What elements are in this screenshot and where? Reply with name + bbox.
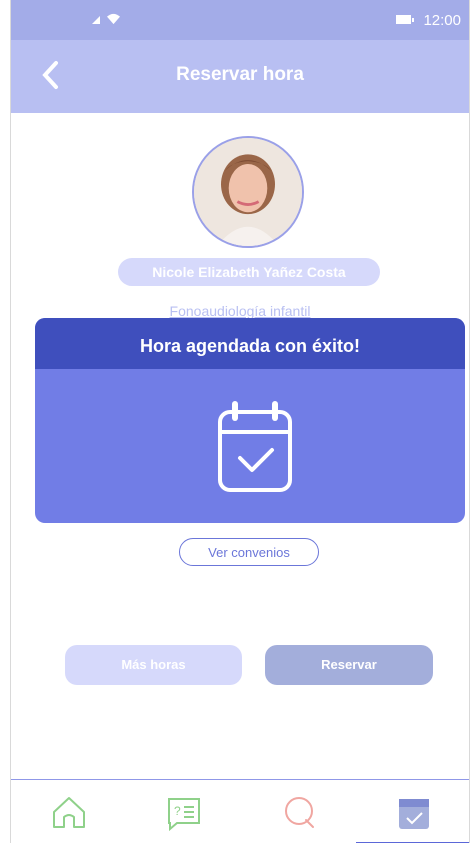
bottom-navigation: ? xyxy=(11,779,469,843)
calendar-check-icon xyxy=(399,799,429,829)
nav-home[interactable] xyxy=(11,780,126,843)
more-hours-button[interactable]: Más horas xyxy=(65,645,242,685)
battery-icon xyxy=(396,15,414,24)
doctor-name: Nicole Elizabeth Yañez Costa xyxy=(118,258,380,286)
modal-header: Hora agendada con éxito! xyxy=(35,318,465,369)
ver-convenios-button[interactable]: Ver convenios xyxy=(179,538,319,566)
page-title: Reservar hora xyxy=(176,64,304,85)
avatar xyxy=(192,136,304,248)
search-icon xyxy=(285,797,314,828)
nav-calendar[interactable] xyxy=(356,780,469,843)
signal-icon xyxy=(92,16,100,24)
app-header: Reservar hora xyxy=(11,40,469,113)
reserve-button[interactable]: Reservar xyxy=(265,645,433,685)
app-screen: 12:00 Reservar hora Nicole Elizabeth Yañ… xyxy=(10,0,470,843)
wifi-icon xyxy=(107,13,120,25)
calendar-check-icon xyxy=(218,401,292,492)
svg-text:?: ? xyxy=(174,804,181,818)
doctor-photo xyxy=(194,138,302,246)
status-time: 12:00 xyxy=(423,12,461,29)
specialty-link[interactable]: Fonoaudiología infantil xyxy=(11,303,469,319)
home-icon xyxy=(53,797,85,828)
status-bar: 12:00 xyxy=(11,0,469,40)
nav-questions[interactable]: ? xyxy=(126,780,241,843)
nav-search[interactable] xyxy=(241,780,356,843)
success-modal: Hora agendada con éxito! xyxy=(35,318,465,523)
modal-title: Hora agendada con éxito! xyxy=(139,336,361,356)
questions-icon: ? xyxy=(168,798,200,832)
